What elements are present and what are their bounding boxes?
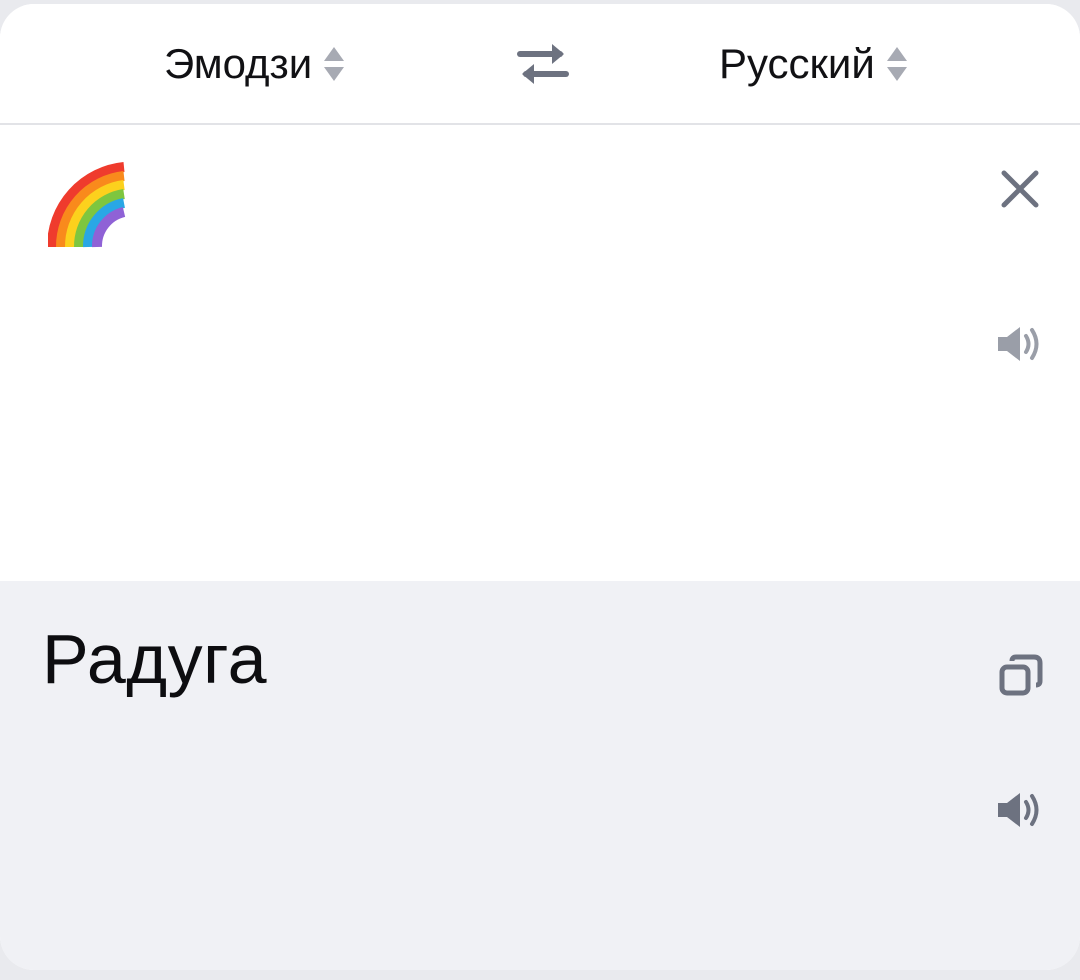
close-icon[interactable]	[996, 165, 1044, 213]
speaker-icon[interactable]	[994, 321, 1046, 367]
target-language-label: Русский	[719, 39, 875, 87]
sort-arrows-icon	[886, 46, 907, 81]
speaker-icon[interactable]	[994, 787, 1046, 833]
target-language-selector[interactable]: Русский	[719, 4, 909, 123]
translation-text: Радуга	[42, 620, 268, 698]
source-language-selector[interactable]: Эмодзи	[164, 4, 346, 123]
language-bar: Эмодзи Русский	[0, 4, 1080, 125]
source-text-area[interactable]	[0, 125, 1080, 581]
rainbow-emoji	[48, 162, 126, 248]
translation-area: Радуга	[0, 581, 1080, 970]
copy-icon[interactable]	[998, 653, 1044, 699]
sort-arrows-icon	[324, 46, 345, 81]
swap-arrows-icon[interactable]	[514, 38, 572, 90]
translator-card: Эмодзи Русский Радуга	[0, 4, 1080, 970]
source-language-label: Эмодзи	[164, 39, 313, 87]
